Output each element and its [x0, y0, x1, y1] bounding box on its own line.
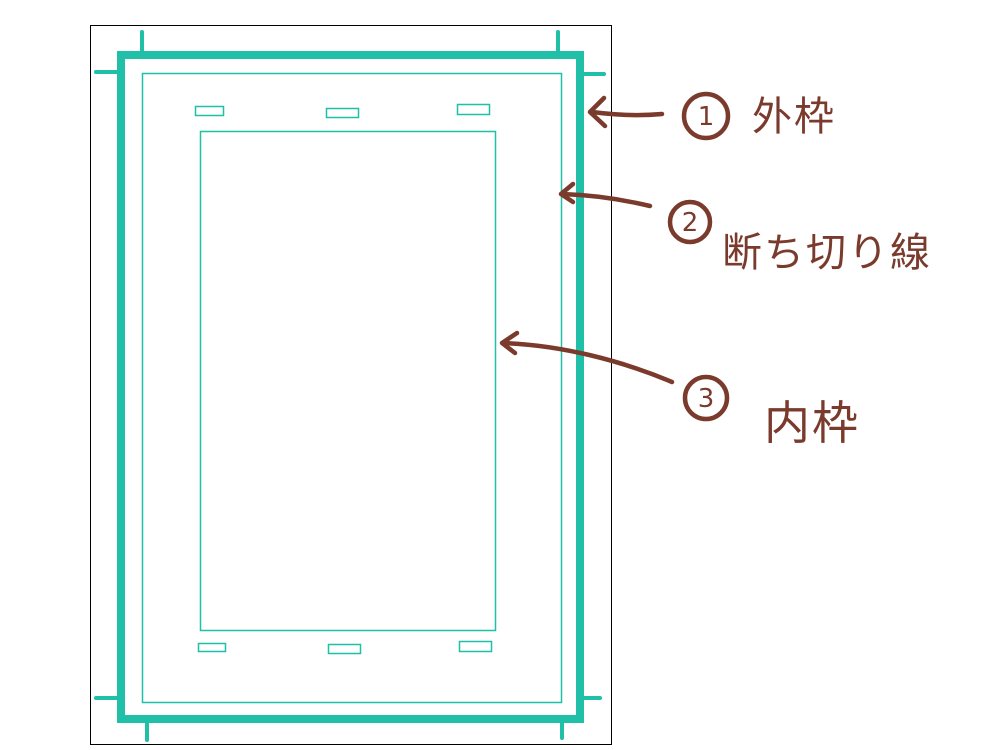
arrow-inner-frame	[500, 340, 675, 385]
paper-outline	[90, 25, 612, 745]
label-outer-frame: 外枠	[752, 94, 836, 140]
marker-top-left	[194, 105, 225, 117]
outer-frame	[117, 51, 584, 723]
bleed-line	[141, 72, 563, 704]
inner-frame	[199, 130, 497, 632]
arrow-bleed-line	[559, 191, 653, 209]
label-bleed-line: 断ち切り線	[722, 230, 932, 276]
top-markers	[194, 103, 491, 119]
marker-top-right	[456, 103, 491, 116]
marker-top-center	[325, 107, 360, 119]
marker-bottom-right	[458, 640, 493, 653]
circle-1-number: 1	[698, 102, 715, 132]
registration-ticks	[94, 30, 606, 742]
number-circles	[667, 91, 731, 422]
bottom-markers	[197, 640, 493, 655]
arrow-outer-frame	[589, 109, 665, 118]
circle-3-number: 3	[698, 384, 715, 414]
marker-bottom-left	[197, 642, 227, 653]
annotation-arrows	[499, 95, 675, 385]
marker-bottom-center	[327, 643, 362, 655]
manga-frame-diagram: 1 2 3 外枠 断ち切り線 内枠	[0, 0, 990, 750]
frame-diagram-svg: 1 2 3	[90, 25, 731, 745]
label-inner-frame: 内枠	[764, 396, 860, 450]
circle-2-number: 2	[682, 208, 699, 238]
